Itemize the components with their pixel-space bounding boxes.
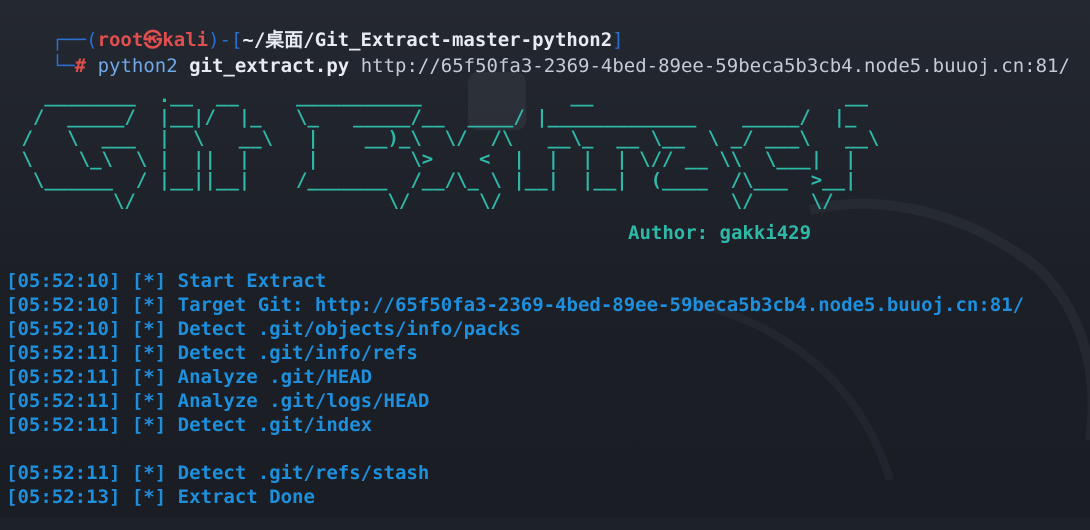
log-time: [05:52:11]: [6, 414, 121, 436]
log-line: [05:52:11] [*] Detect .git/refs/stash: [6, 461, 429, 485]
log-time: [05:52:11]: [6, 366, 121, 388]
log-message: Detect .git/refs/stash: [177, 462, 430, 484]
log-message: Analyze .git/HEAD: [177, 366, 373, 388]
log-tag: [*]: [131, 318, 167, 340]
log-message: Extract Done: [177, 486, 315, 508]
log-message: Detect .git/objects/info/packs: [177, 318, 521, 340]
log-line: [05:52:11] [*] Detect .git/index: [6, 413, 372, 437]
prompt-hash: #: [74, 55, 87, 77]
log-tag: [*]: [131, 342, 167, 364]
command-name: python2: [97, 55, 178, 77]
log-tag: [*]: [131, 366, 167, 388]
log-message: Start Extract: [177, 270, 327, 292]
command-url: http://65f50fa3-2369-4bed-89ee-59beca5b3…: [360, 55, 1070, 77]
log-line: [05:52:10] [*] Target Git: http://65f50f…: [6, 293, 1024, 317]
log-time: [05:52:10]: [6, 270, 121, 292]
log-time: [05:52:11]: [6, 390, 121, 412]
log-time: [05:52:11]: [6, 342, 121, 364]
git-extract-banner: ________ .__ __ ___________ __ __ / ____…: [21, 85, 880, 212]
log-line: [05:52:11] [*] Analyze .git/logs/HEAD: [6, 389, 429, 413]
log-line: [05:52:11] [*] Detect .git/info/refs: [6, 341, 418, 365]
terminal-window[interactable]: ┌──(root㉿kali)-[~/桌面/Git_Extract-master-…: [0, 0, 1090, 517]
log-message: Detect .git/info/refs: [177, 342, 418, 364]
log-line: [05:52:10] [*] Start Extract: [6, 269, 326, 293]
log-tag: [*]: [131, 414, 167, 436]
log-tag: [*]: [131, 294, 167, 316]
log-line: [05:52:11] [*] Analyze .git/HEAD: [6, 365, 372, 389]
banner-author: Author: gakki429: [628, 222, 812, 244]
log-tag: [*]: [131, 270, 167, 292]
prompt-box-bottom: └─: [51, 55, 75, 77]
log-line: [05:52:10] [*] Detect .git/objects/info/…: [6, 317, 521, 341]
log-message: Analyze .git/logs/HEAD: [177, 390, 430, 412]
log-message: Detect .git/index: [177, 414, 373, 436]
log-line: [05:52:13] [*] Extract Done: [6, 485, 315, 509]
log-time: [05:52:10]: [6, 294, 121, 316]
command-script: git_extract.py: [189, 55, 350, 77]
log-tag: [*]: [131, 462, 167, 484]
log-message: Target Git: http://65f50fa3-2369-4bed-89…: [177, 294, 1025, 316]
log-time: [05:52:10]: [6, 318, 121, 340]
log-time: [05:52:13]: [6, 486, 121, 508]
log-tag: [*]: [131, 486, 167, 508]
log-time: [05:52:11]: [6, 462, 121, 484]
log-tag: [*]: [131, 390, 167, 412]
